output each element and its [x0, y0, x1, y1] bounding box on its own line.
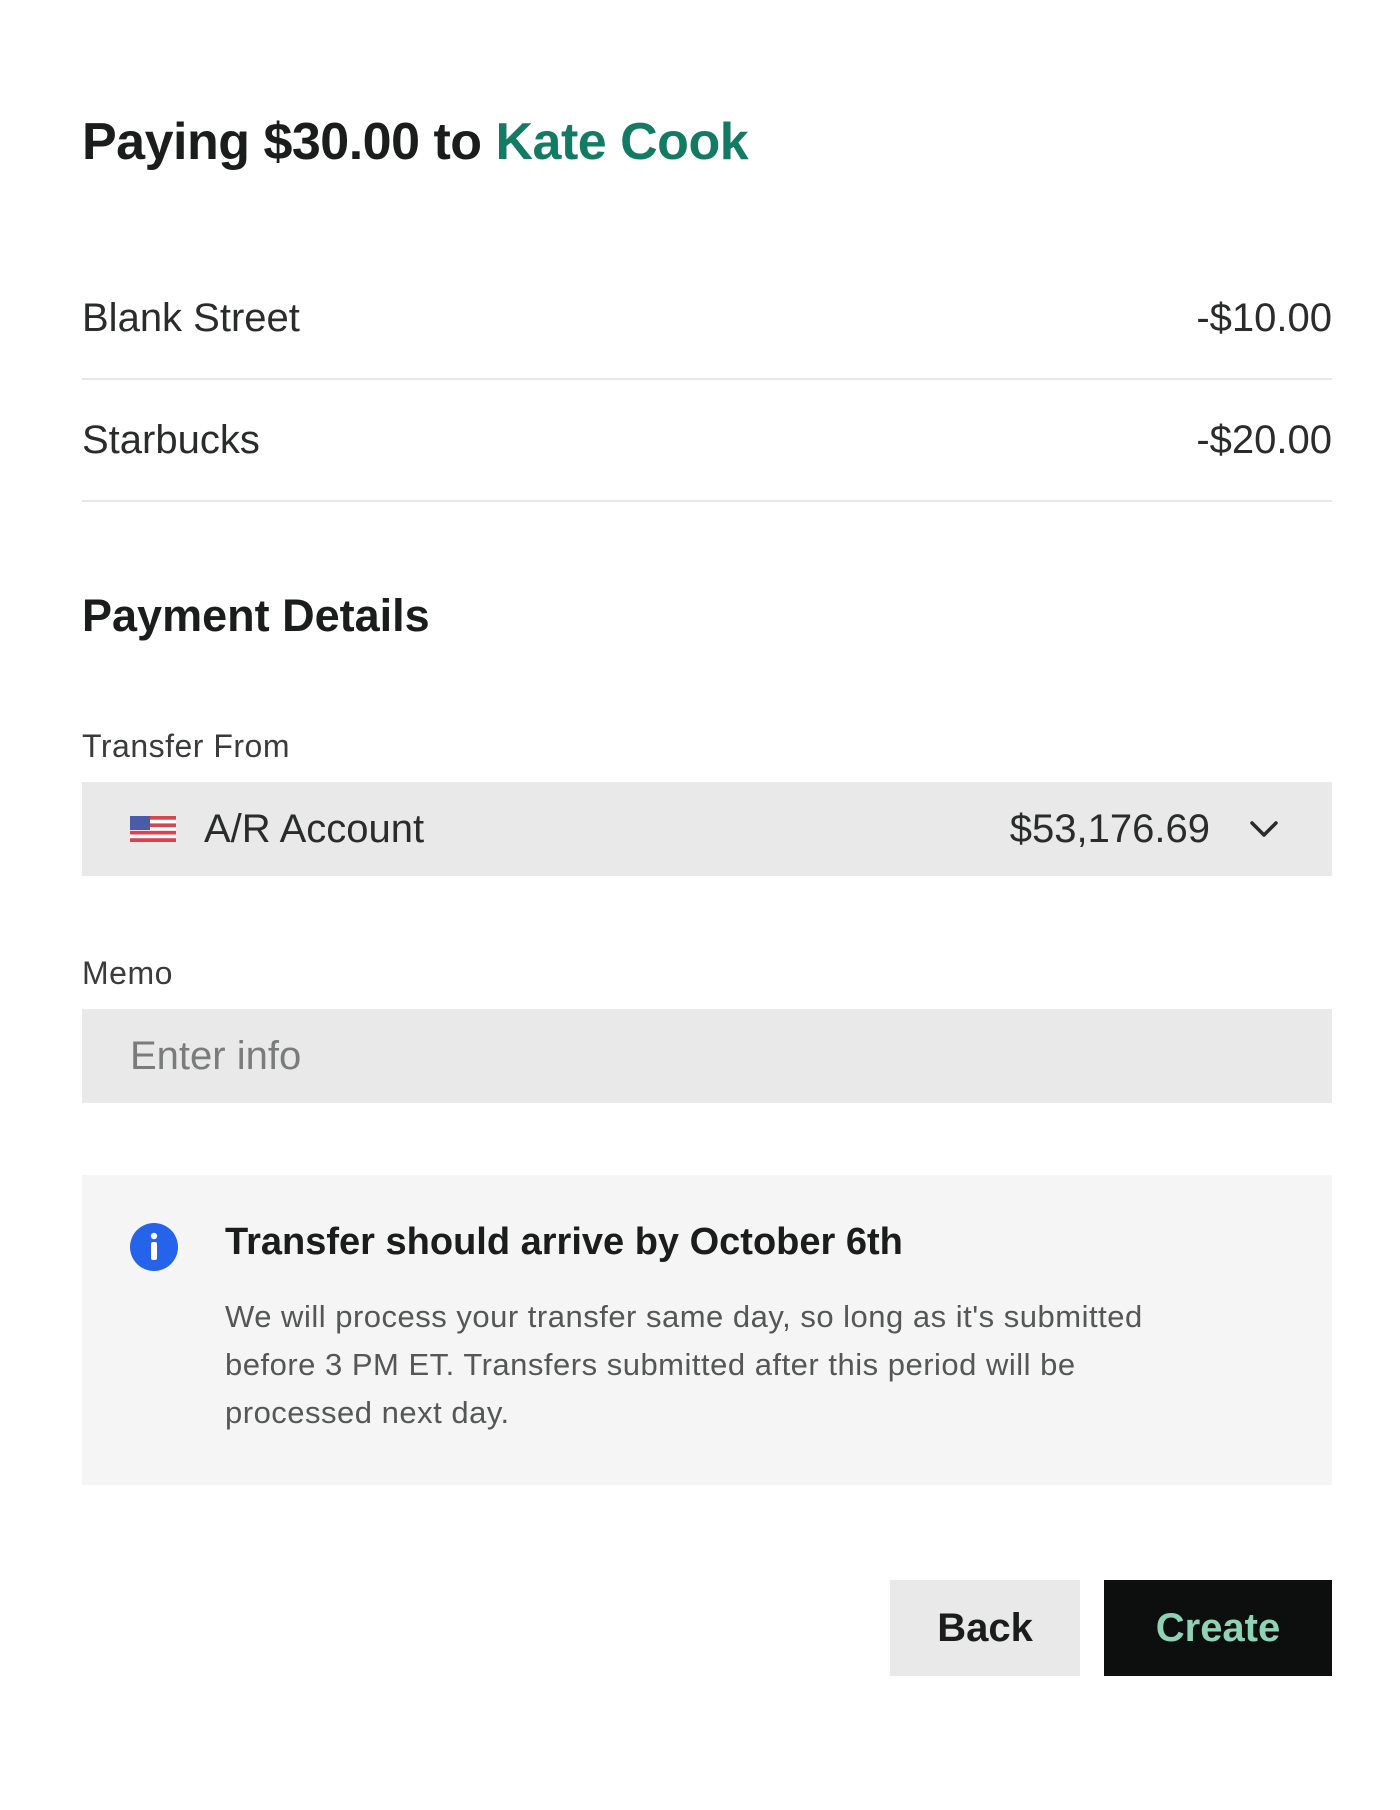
title-prefix: Paying $30.00 to: [82, 113, 496, 171]
chevron-down-icon[interactable]: [1244, 809, 1284, 849]
section-title-payment-details: Payment Details: [82, 590, 430, 641]
memo-input[interactable]: [82, 1009, 1332, 1103]
memo-label: Memo: [82, 955, 173, 991]
line-item-amount: -$10.00: [1196, 295, 1332, 340]
transfer-notice: Transfer should arrive by October 6th We…: [82, 1175, 1332, 1485]
notice-body: We will process your transfer same day, …: [225, 1299, 1143, 1430]
us-flag-icon: [130, 816, 176, 842]
transfer-from-select[interactable]: A/R Account $53,176.69: [82, 782, 1332, 876]
create-button[interactable]: Create: [1104, 1580, 1332, 1676]
line-item-name: Blank Street: [82, 295, 300, 340]
line-item: Blank Street -$10.00: [82, 258, 1332, 380]
line-item-name: Starbucks: [82, 417, 260, 462]
back-button[interactable]: Back: [890, 1580, 1080, 1676]
notice-heading: Transfer should arrive by October 6th: [225, 1221, 903, 1263]
payee-name: Kate Cook: [495, 113, 749, 171]
account-name: A/R Account: [204, 806, 425, 851]
account-balance: $53,176.69: [1009, 806, 1210, 851]
line-item-amount: -$20.00: [1196, 417, 1332, 462]
info-icon: [130, 1223, 178, 1271]
line-item: Starbucks -$20.00: [82, 380, 1332, 502]
transfer-from-label: Transfer From: [82, 728, 290, 764]
page-title: Paying $30.00 to Kate Cook: [82, 112, 749, 172]
